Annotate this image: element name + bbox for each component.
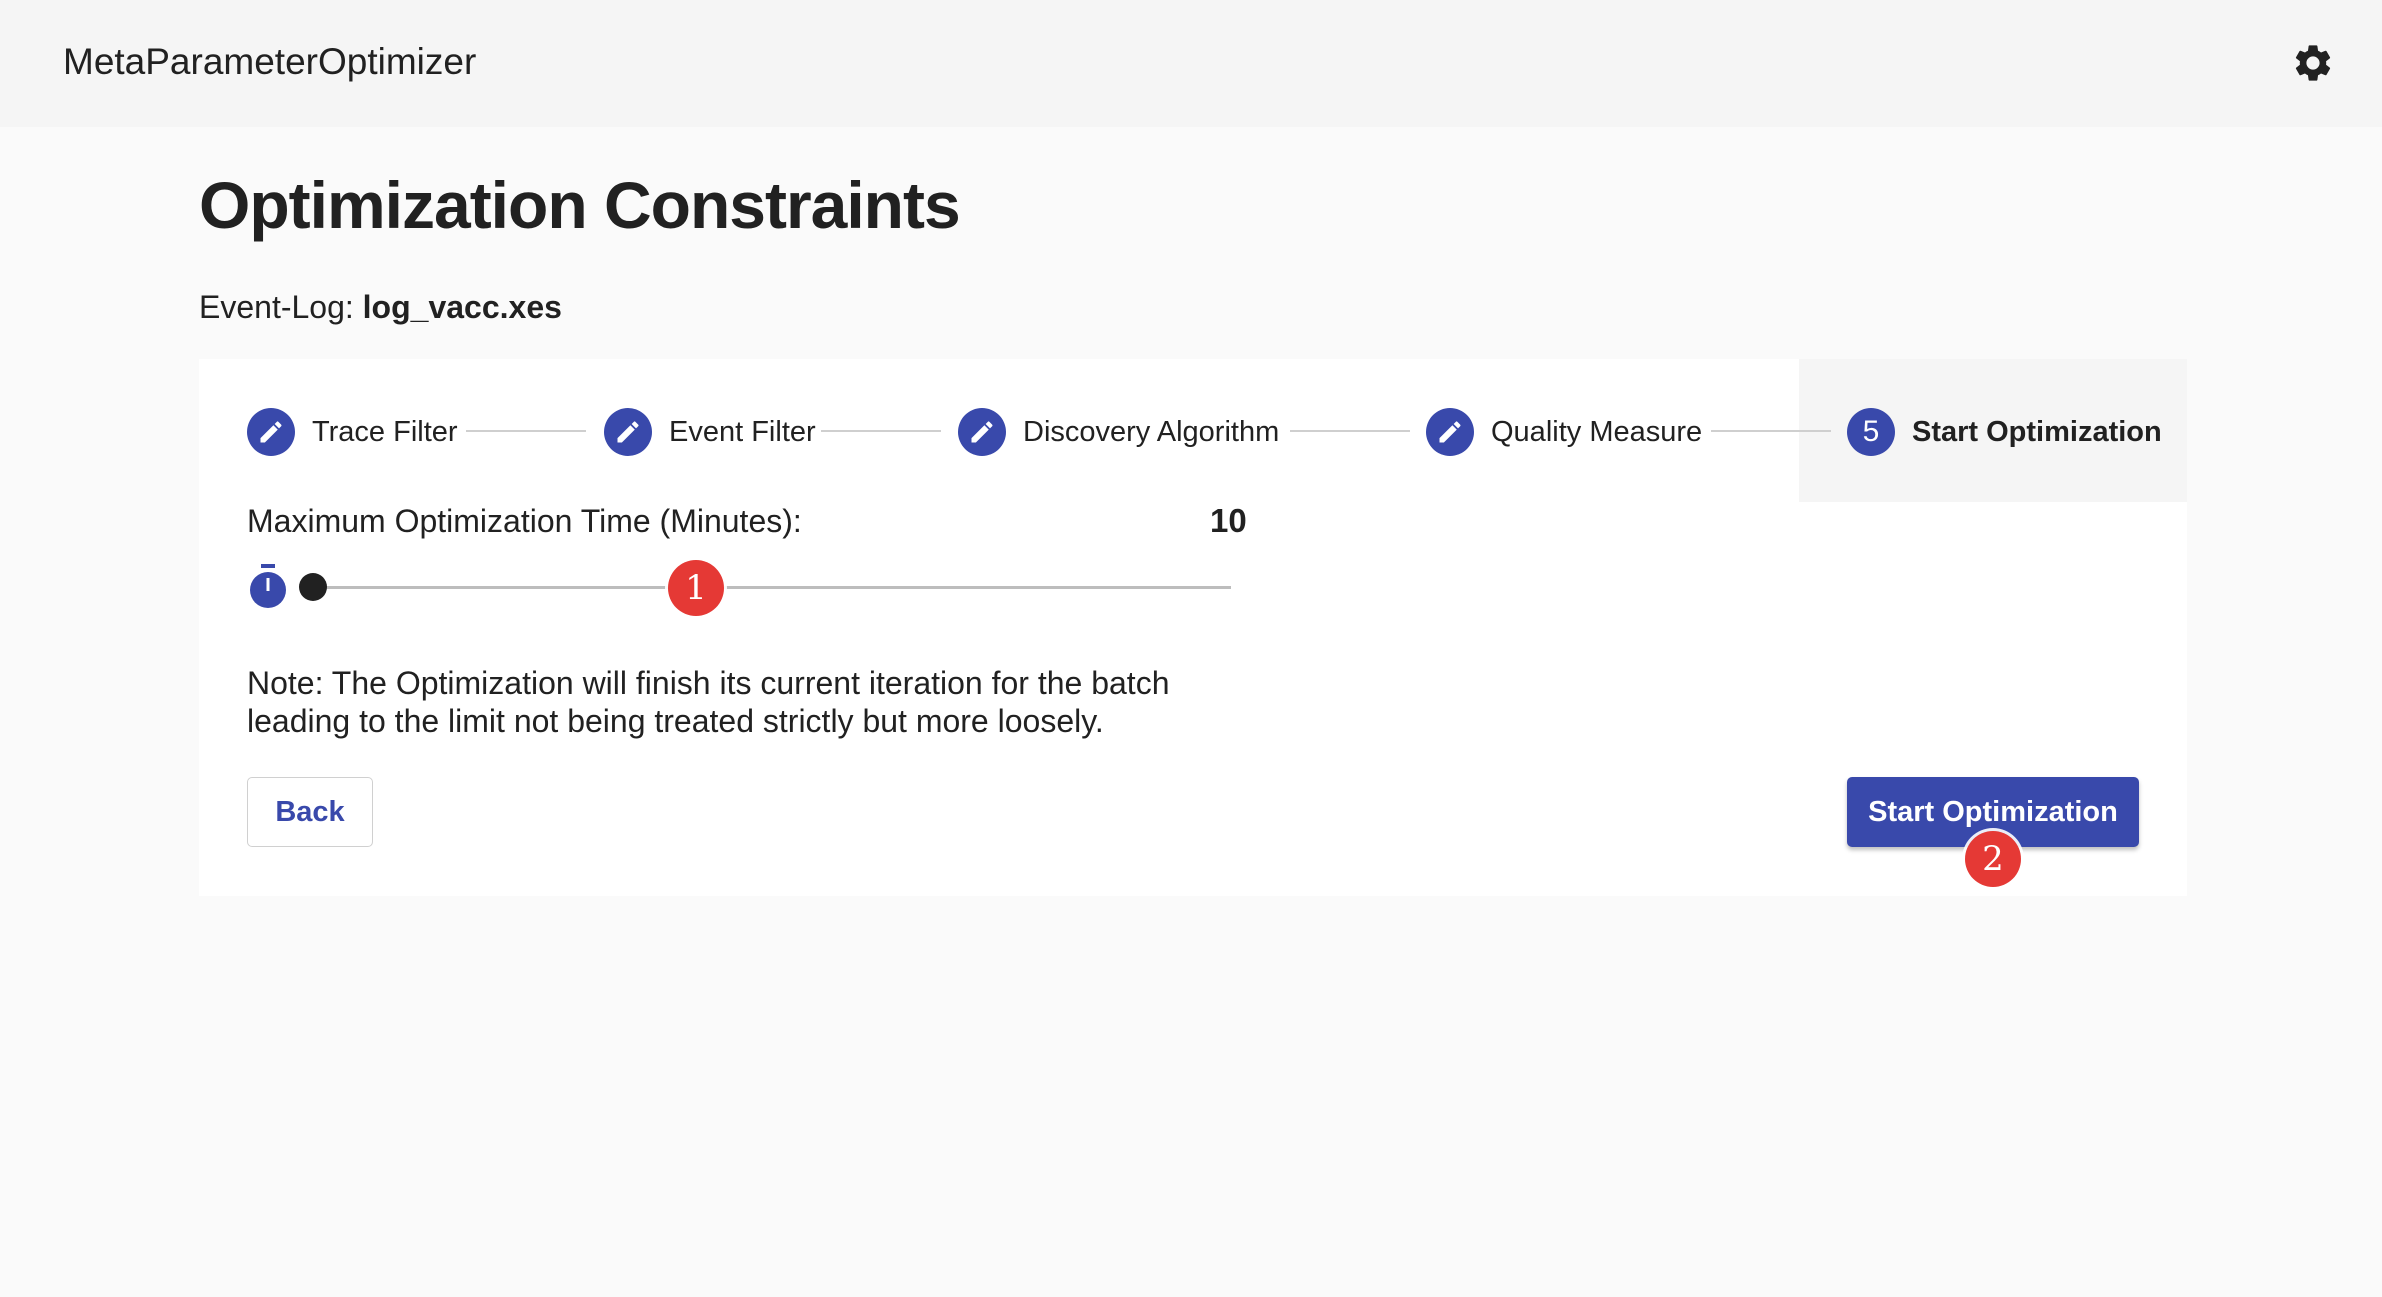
step-connector: [1290, 430, 1410, 432]
pencil-icon: [971, 421, 993, 443]
pencil-icon: [1439, 421, 1461, 443]
slider-track: [309, 586, 1231, 589]
step-edit-badge: [604, 408, 652, 456]
page-title: Optimization Constraints: [199, 168, 961, 242]
step-start-optimization[interactable]: 5 Start Optimization: [1847, 407, 2162, 457]
slider-thumb[interactable]: [299, 573, 327, 601]
back-button[interactable]: Back: [247, 777, 373, 847]
step-connector: [821, 430, 941, 432]
step-label: Discovery Algorithm: [1023, 415, 1280, 448]
pencil-icon: [617, 421, 639, 443]
step-quality-measure[interactable]: Quality Measure: [1426, 407, 1702, 457]
step-connector: [1711, 430, 1831, 432]
step-connector: [466, 430, 586, 432]
event-log-info: Event-Log: log_vacc.xes: [199, 285, 562, 329]
annotation-marker-2: 2: [1965, 831, 2021, 887]
annotation-marker-1: 1: [668, 560, 724, 616]
step-edit-badge: [1426, 408, 1474, 456]
step-label: Trace Filter: [312, 415, 458, 448]
step-label: Event Filter: [669, 415, 816, 448]
gear-icon: [2295, 45, 2331, 81]
step-discovery-algorithm[interactable]: Discovery Algorithm: [958, 407, 1279, 457]
event-log-label: Event-Log:: [199, 289, 354, 325]
max-time-label: Maximum Optimization Time (Minutes):: [247, 503, 802, 539]
app-title: MetaParameterOptimizer: [63, 41, 477, 82]
step-edit-badge: [958, 408, 1006, 456]
step-trace-filter[interactable]: Trace Filter: [247, 407, 458, 457]
step-edit-badge: [247, 408, 295, 456]
step-event-filter[interactable]: Event Filter: [604, 407, 816, 457]
timer-icon: [247, 564, 289, 610]
settings-button[interactable]: [2288, 38, 2338, 88]
app-bar: MetaParameterOptimizer: [0, 0, 2382, 127]
max-time-value: 10: [1210, 502, 1247, 539]
step-label: Quality Measure: [1491, 415, 1703, 448]
step-number-badge: 5: [1847, 408, 1895, 456]
pencil-icon: [260, 421, 282, 443]
event-log-filename: log_vacc.xes: [362, 289, 562, 325]
stepper-card: Trace Filter Event Filter Discovery Algo…: [199, 359, 2187, 896]
note-text: Note: The Optimization will finish its c…: [247, 665, 1170, 739]
max-time-slider[interactable]: [299, 567, 1231, 607]
step-label: Start Optimization: [1912, 415, 2162, 448]
